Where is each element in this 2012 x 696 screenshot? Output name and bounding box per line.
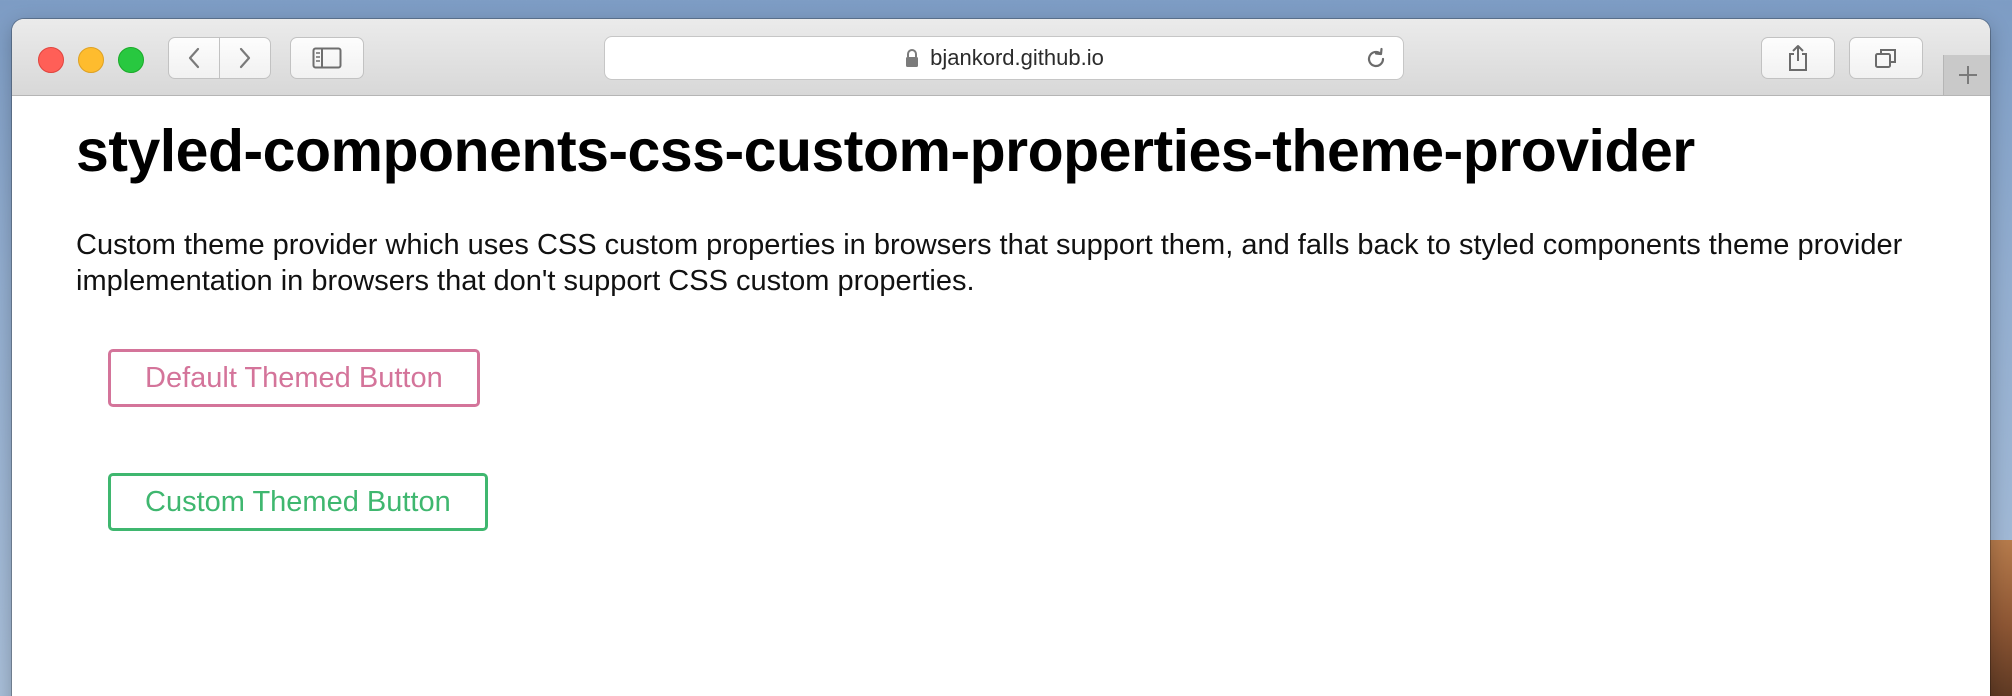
tab-overview-button[interactable] [1849, 37, 1923, 79]
sidebar-icon [312, 47, 342, 69]
default-themed-button[interactable]: Default Themed Button [108, 349, 480, 407]
page-title: styled-components-css-custom-properties-… [76, 118, 1695, 184]
back-button[interactable] [168, 37, 220, 79]
plus-icon [1959, 66, 1977, 84]
minimize-window-button[interactable] [78, 47, 104, 73]
maximize-window-button[interactable] [118, 47, 144, 73]
url-text: bjankord.github.io [930, 45, 1104, 70]
close-window-button[interactable] [38, 47, 64, 73]
new-tab-button[interactable] [1943, 55, 1990, 95]
lock-icon [906, 49, 919, 67]
page-description: Custom theme provider which uses CSS cus… [76, 229, 1903, 297]
browser-toolbar: bjankord.github.io [12, 19, 1990, 96]
tabs-icon [1875, 49, 1896, 68]
address-bar[interactable]: bjankord.github.io [604, 36, 1404, 80]
share-button[interactable] [1761, 37, 1835, 79]
chevron-left-icon [188, 47, 200, 69]
reload-icon[interactable] [1363, 46, 1389, 72]
chevron-right-icon [239, 47, 251, 69]
forward-button[interactable] [219, 37, 271, 79]
sidebar-toggle-button[interactable] [290, 37, 364, 79]
browser-window: bjankord.github.io styled-components-css… [12, 19, 1990, 696]
custom-themed-button[interactable]: Custom Themed Button [108, 473, 488, 531]
share-icon [1789, 45, 1807, 71]
